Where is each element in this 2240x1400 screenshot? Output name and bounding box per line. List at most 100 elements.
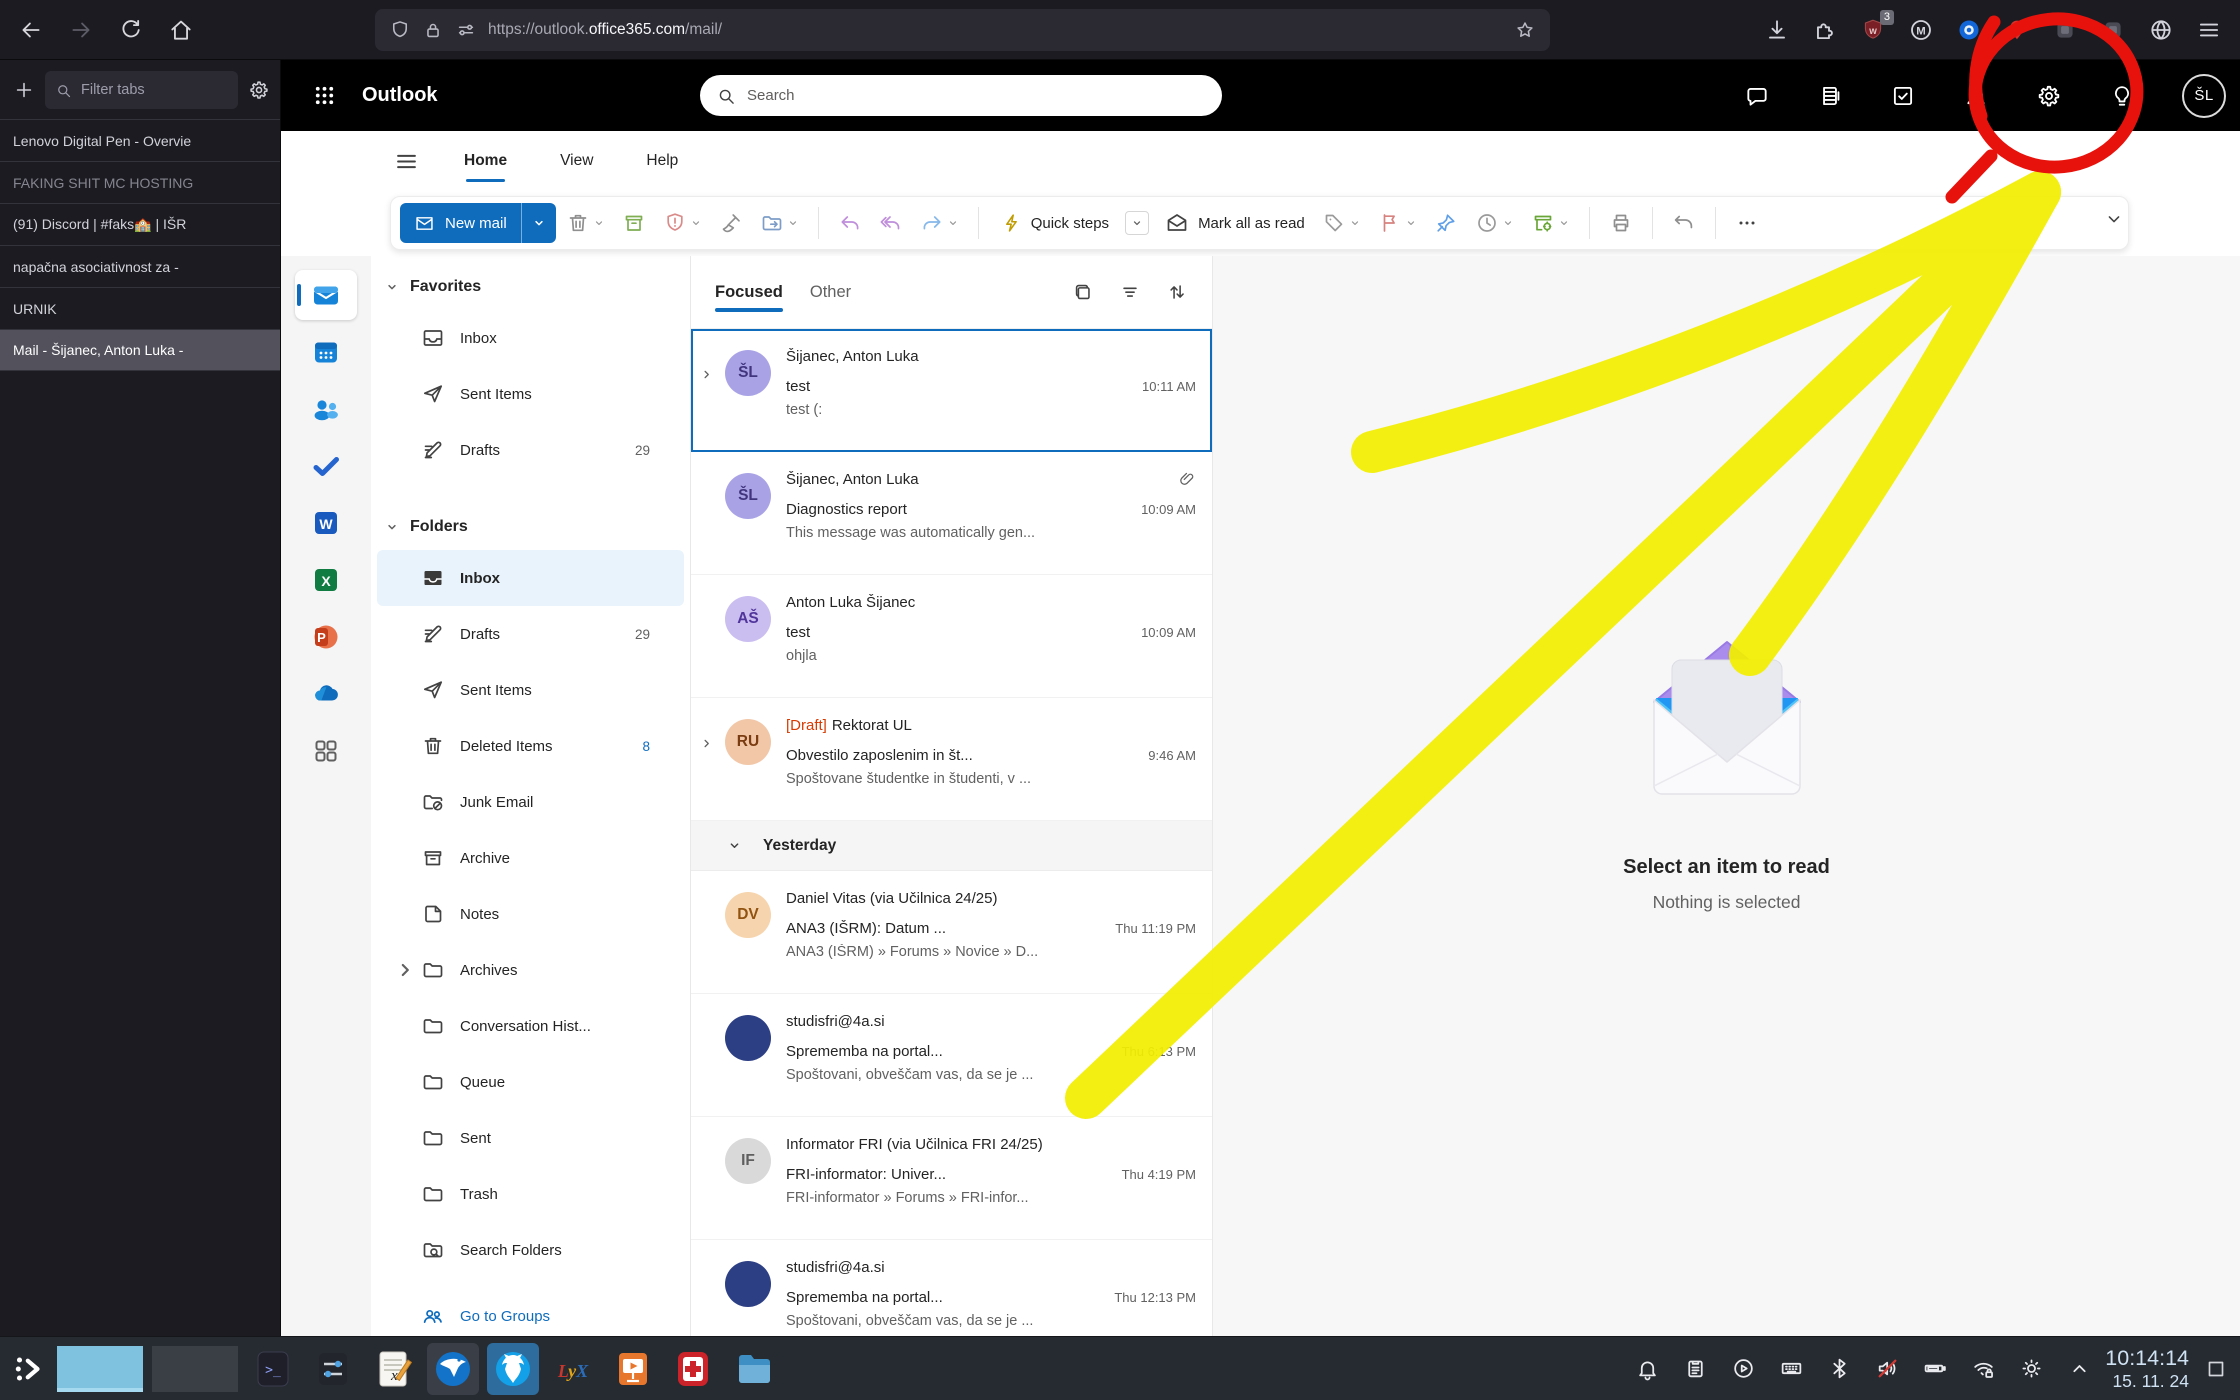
folder-item-queue[interactable]: Queue — [377, 1054, 684, 1110]
rail-item-people[interactable] — [295, 384, 357, 434]
menu-tab-home[interactable]: Home — [464, 146, 507, 176]
print-button[interactable] — [1602, 203, 1640, 243]
taskbar-app-thunderbird[interactable] — [427, 1343, 479, 1395]
reply-all-button[interactable] — [872, 203, 910, 243]
expand-conversation-icon[interactable] — [699, 736, 714, 751]
menu-tab-help[interactable]: Help — [646, 146, 678, 176]
delete-button[interactable] — [559, 203, 612, 243]
folder-item-archives[interactable]: Archives — [377, 942, 684, 998]
email-row-9[interactable]: studisfri@4a.siSprememba na portal...Thu… — [691, 1240, 1212, 1336]
notifications-icon[interactable] — [1635, 1356, 1660, 1381]
media-play-icon[interactable] — [1731, 1356, 1756, 1381]
site-globe-icon[interactable] — [2148, 17, 2174, 43]
section-header-folders[interactable]: Folders — [371, 504, 690, 550]
extension-m-icon[interactable]: M — [1908, 17, 1934, 43]
taskbar-app-librewolf[interactable] — [487, 1343, 539, 1395]
battery-icon[interactable] — [1923, 1356, 1948, 1381]
back-icon[interactable] — [18, 17, 44, 43]
flag-button[interactable] — [1371, 203, 1424, 243]
extension-hidden-2-icon[interactable] — [2100, 17, 2126, 43]
rail-item-mail[interactable] — [295, 270, 357, 320]
email-row-7[interactable]: studisfri@4a.siSprememba na portal...Thu… — [691, 994, 1212, 1117]
pin-button[interactable] — [1427, 203, 1465, 243]
wifi-icon[interactable] — [1971, 1356, 1996, 1381]
brightness-icon[interactable] — [2019, 1356, 2044, 1381]
app-menu-icon[interactable] — [2196, 17, 2222, 43]
new-tab-icon[interactable] — [13, 79, 35, 101]
undo-button[interactable] — [1665, 203, 1703, 243]
email-row-8[interactable]: IFInformator FRI (via Učilnica FRI 24/25… — [691, 1117, 1212, 1240]
expand-conversation-icon[interactable] — [699, 367, 714, 382]
permissions-icon[interactable] — [455, 19, 477, 41]
list-tab-other[interactable]: Other — [810, 275, 851, 310]
workspace-inactive[interactable] — [152, 1346, 238, 1392]
settings-gear-icon[interactable] — [2036, 83, 2062, 109]
email-row-3[interactable]: AŠAnton Luka Šijanectest10:09 AMohjla — [691, 575, 1212, 698]
folder-item-sent-items[interactable]: Sent Items — [377, 366, 684, 422]
folder-item-archive[interactable]: Archive — [377, 830, 684, 886]
mark-all-read-button[interactable]: Mark all as read — [1158, 203, 1312, 243]
report-button[interactable] — [656, 203, 709, 243]
sort-icon[interactable] — [1166, 281, 1188, 303]
email-row-1[interactable]: ŠLŠijanec, Anton Lukatest10:11 AMtest (: — [691, 329, 1212, 452]
browser-tab-2[interactable]: FAKING SHIT MC HOSTING — [0, 161, 280, 203]
taskbar-app-redcross[interactable] — [667, 1343, 719, 1395]
volume-muted-icon[interactable] — [1875, 1356, 1900, 1381]
tray-expand-icon[interactable] — [2067, 1356, 2092, 1381]
quick-steps-dropdown[interactable] — [1125, 211, 1149, 235]
browser-tab-5[interactable]: URNIK — [0, 287, 280, 329]
rail-item-word[interactable]: W — [295, 498, 357, 548]
folder-item-sent-items[interactable]: Sent Items — [377, 662, 684, 718]
home-icon[interactable] — [168, 17, 194, 43]
url-bar[interactable]: https://outlook.office365.com/mail/ — [375, 9, 1550, 51]
categorize-button[interactable] — [1315, 203, 1368, 243]
teams-chat-icon[interactable] — [1744, 83, 1770, 109]
reply-button[interactable] — [831, 203, 869, 243]
folder-item-search-folders[interactable]: Search Folders — [377, 1222, 684, 1278]
show-desktop-icon[interactable] — [2204, 1357, 2228, 1381]
notifications-bell-icon[interactable] — [1963, 83, 1989, 109]
rail-item-calendar[interactable] — [295, 327, 357, 377]
hamburger-icon[interactable] — [393, 148, 420, 175]
lock-icon[interactable] — [422, 19, 444, 41]
keyboard-icon[interactable] — [1779, 1356, 1804, 1381]
taskbar-clock[interactable]: 10:14:14 15. 11. 24 — [2105, 1346, 2189, 1391]
clipboard-icon[interactable] — [1683, 1356, 1708, 1381]
browser-tab-3[interactable]: (91) Discord | #faks🏫 | IŠR — [0, 203, 280, 245]
taskbar-app-impress[interactable] — [607, 1343, 659, 1395]
rail-item-apps[interactable] — [295, 726, 357, 776]
extensions-icon[interactable] — [1812, 17, 1838, 43]
folder-item-drafts[interactable]: Drafts29 — [377, 606, 684, 662]
sidebar-gear-icon[interactable] — [248, 79, 270, 101]
email-row-4[interactable]: RU[Draft]Rektorat ULObvestilo zaposlenim… — [691, 698, 1212, 821]
list-tab-focused[interactable]: Focused — [715, 275, 783, 310]
menu-tab-view[interactable]: View — [560, 146, 593, 176]
browser-tab-1[interactable]: Lenovo Digital Pen - Overvie — [0, 119, 280, 161]
folder-item-inbox[interactable]: Inbox — [377, 310, 684, 366]
downloads-icon[interactable] — [1764, 17, 1790, 43]
extension-red-pin-icon[interactable] — [2004, 17, 2030, 43]
archive-button[interactable] — [615, 203, 653, 243]
go-to-groups-button[interactable]: Go to Groups — [377, 1288, 684, 1336]
taskbar-app-files[interactable] — [727, 1343, 779, 1395]
feed-icon[interactable] — [1817, 83, 1843, 109]
bluetooth-icon[interactable] — [1827, 1356, 1852, 1381]
multi-select-icon[interactable] — [1072, 281, 1094, 303]
rail-item-powerpoint[interactable]: P — [295, 612, 357, 662]
filter-tabs-input[interactable]: Filter tabs — [45, 71, 238, 109]
archive-settings-button[interactable] — [1524, 203, 1577, 243]
sweep-button[interactable] — [712, 203, 750, 243]
email-row-2[interactable]: ŠLŠijanec, Anton LukaDiagnostics report1… — [691, 452, 1212, 575]
folder-item-drafts[interactable]: Drafts29 — [377, 422, 684, 478]
folder-item-notes[interactable]: Notes — [377, 886, 684, 942]
collapse-ribbon-icon[interactable] — [2103, 208, 2125, 230]
folder-item-sent[interactable]: Sent — [377, 1110, 684, 1166]
email-row-6[interactable]: DVDaniel Vitas (via Učilnica 24/25)ANA3 … — [691, 871, 1212, 994]
folder-item-deleted-items[interactable]: Deleted Items8 — [377, 718, 684, 774]
section-header-favorites[interactable]: Favorites — [371, 264, 690, 310]
workspace-active[interactable] — [57, 1346, 143, 1392]
expand-chevron-icon[interactable] — [393, 958, 417, 982]
forward-icon[interactable] — [68, 17, 94, 43]
profile-avatar[interactable]: ŠL — [2182, 74, 2226, 118]
launcher-icon[interactable] — [12, 1351, 48, 1387]
